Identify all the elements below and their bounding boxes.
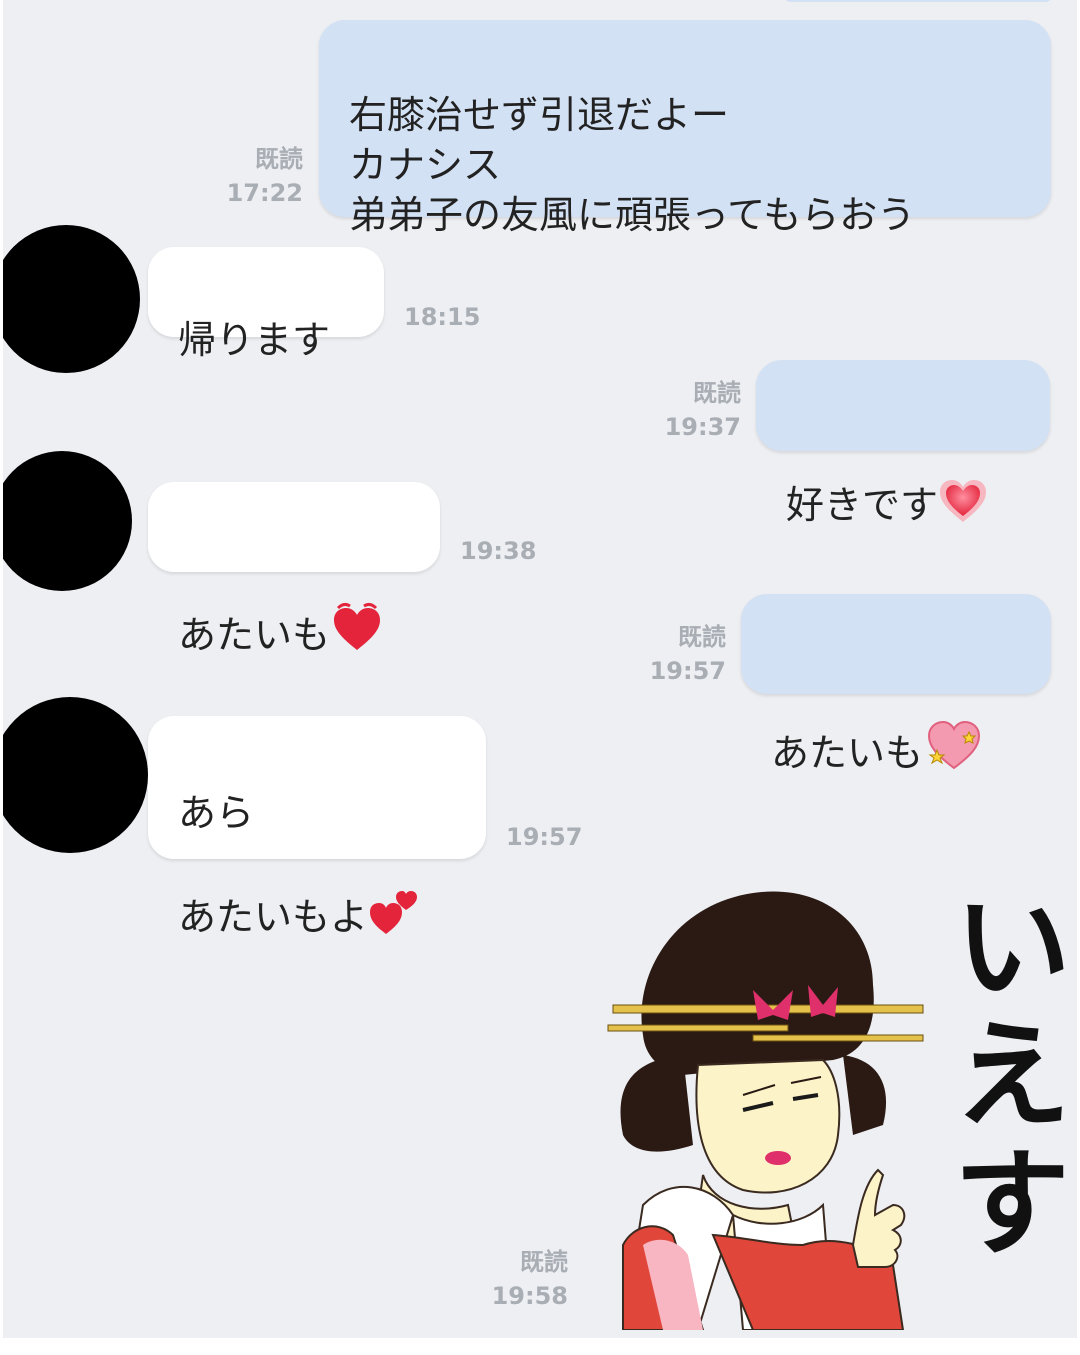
timestamp: 17:22 (226, 179, 303, 207)
message-text: あたいも (178, 613, 331, 657)
sparkling-heart-icon (938, 428, 988, 536)
read-receipt: 既読 (255, 145, 303, 173)
sticker-message[interactable]: いえす (603, 885, 1072, 1330)
avatar[interactable] (3, 451, 132, 591)
timestamp: 19:38 (460, 537, 537, 565)
message-text: あら あたいもよ (178, 791, 369, 939)
message-bubble-incoming[interactable]: あら あたいもよ (148, 716, 486, 939)
timestamp: 19:37 (664, 413, 741, 441)
previous-message-edge (783, 0, 1053, 2)
timestamp: 19:57 (649, 657, 726, 685)
geisha-sticker-image (607, 891, 924, 1330)
read-receipt: 既読 (520, 1248, 568, 1276)
sticker-text: いえす (933, 885, 1072, 1269)
read-receipt: 既読 (693, 379, 741, 407)
message-bubble-incoming[interactable]: 帰ります (148, 247, 384, 362)
message-bubble-outgoing[interactable]: 好きです (756, 360, 1050, 527)
timestamp: 19:57 (506, 823, 583, 851)
chat-area[interactable]: 既読 17:22 右膝治せず引退だよー カナシス 弟弟子の友風に頑張ってもらおう… (3, 0, 1077, 1338)
message-meta: 既読 19:58 (468, 1245, 568, 1313)
timestamp: 18:15 (404, 303, 481, 331)
message-meta: 既読 19:57 (628, 620, 726, 688)
avatar[interactable] (3, 225, 140, 373)
message-meta: 既読 17:22 (203, 142, 303, 210)
avatar[interactable] (3, 697, 148, 853)
beating-heart-icon (330, 550, 384, 666)
message-text: 右膝治せず引退だよー カナシス 弟弟子の友風に頑張ってもらおう (349, 93, 916, 237)
sparkle-heart-icon (923, 666, 985, 784)
message-meta: 既読 19:37 (643, 376, 741, 444)
two-hearts-icon (368, 838, 420, 948)
read-receipt: 既読 (678, 623, 726, 651)
message-text: 好きです (786, 483, 939, 527)
message-text: あたいも (771, 731, 924, 775)
message-bubble-outgoing[interactable]: あたいも (741, 594, 1051, 775)
message-bubble-incoming[interactable]: あたいも (148, 482, 440, 657)
message-text: 帰ります (178, 318, 331, 362)
timestamp: 19:58 (491, 1282, 568, 1310)
message-bubble-outgoing[interactable]: 右膝治せず引退だよー カナシス 弟弟子の友風に頑張ってもらおう (319, 20, 1051, 237)
screen: 既読 17:22 右膝治せず引退だよー カナシス 弟弟子の友風に頑張ってもらおう… (0, 0, 1080, 1355)
